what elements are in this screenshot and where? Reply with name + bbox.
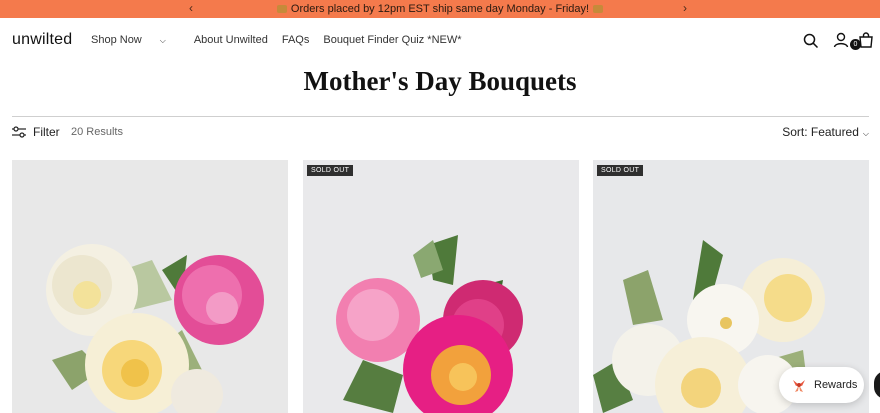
divider (12, 116, 869, 117)
product-image (12, 160, 288, 413)
chevron-down-icon: ⌵ (862, 129, 869, 138)
gift-ribbon-icon (793, 380, 805, 392)
nav-label: Shop Now (91, 34, 142, 46)
main-nav: Shop Now ⌵ About Unwilted FAQs Bouquet Fi… (91, 34, 476, 46)
product-card[interactable]: SOLD OUT (303, 160, 579, 413)
sold-out-badge: SOLD OUT (597, 165, 644, 176)
cart-count-badge: 0 (850, 39, 861, 50)
filter-bar: Filter 20 Results Sort: Featured ⌵ (12, 125, 869, 141)
chat-launcher-edge[interactable] (874, 371, 880, 399)
search-icon[interactable] (803, 33, 819, 49)
sort-label: Sort: Featured (782, 125, 859, 139)
account-icon[interactable] (833, 32, 849, 48)
rewards-label: Rewards (814, 379, 858, 391)
filter-label: Filter (33, 125, 60, 139)
page-title: Mother's Day Bouquets (303, 66, 577, 96)
nav-item-faqs[interactable]: FAQs (282, 34, 310, 46)
product-card[interactable] (12, 160, 288, 413)
site-header: unwilted Shop Now ⌵ About Unwilted FAQs B… (0, 18, 880, 64)
site-logo[interactable]: unwilted (12, 31, 72, 49)
sort-dropdown[interactable]: Sort: Featured ⌵ (782, 125, 869, 139)
filter-button[interactable]: Filter (12, 125, 60, 139)
truck-emoji-icon (593, 5, 604, 13)
results-count: 20 Results (71, 126, 123, 138)
chevron-down-icon: ⌵ (159, 36, 166, 45)
announcement-text: Orders placed by 12pm EST ship same day … (290, 3, 590, 15)
nav-item-shop-now[interactable]: Shop Now ⌵ (91, 34, 180, 46)
nav-item-bouquet-quiz[interactable]: Bouquet Finder Quiz *NEW* (323, 34, 461, 46)
product-image (303, 160, 579, 413)
announcement-bar: ‹ Orders placed by 12pm EST ship same da… (0, 0, 880, 18)
chevron-right-icon[interactable]: › (683, 1, 687, 15)
sold-out-badge: SOLD OUT (307, 165, 354, 176)
truck-emoji-icon (276, 5, 287, 13)
rewards-button[interactable]: Rewards (779, 367, 864, 403)
chevron-left-icon[interactable]: ‹ (189, 1, 193, 15)
sliders-icon (12, 126, 26, 138)
nav-item-about[interactable]: About Unwilted (194, 34, 268, 46)
